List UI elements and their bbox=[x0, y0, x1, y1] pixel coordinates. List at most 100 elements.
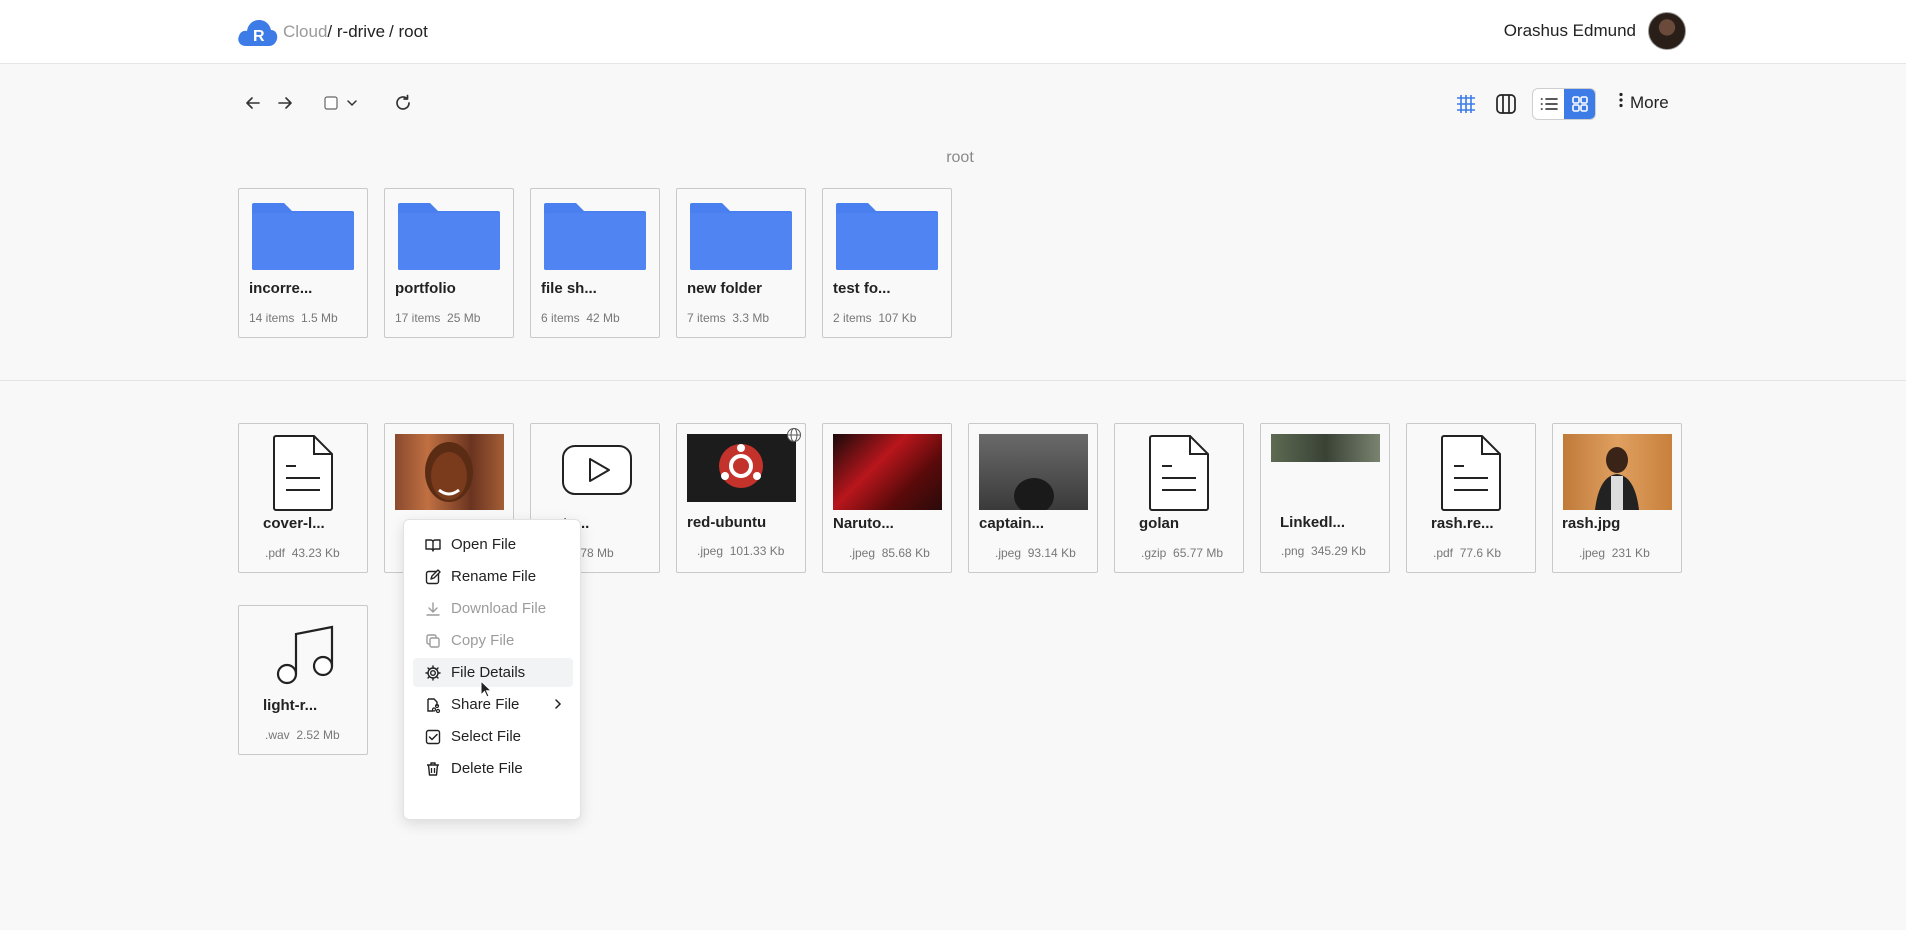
refresh-icon[interactable] bbox=[393, 93, 413, 113]
gear-icon bbox=[425, 664, 441, 681]
menu-item-label: Copy File bbox=[451, 632, 515, 649]
file-card[interactable]: Linkedl... .png 345.29 Kb bbox=[1260, 423, 1390, 573]
file-ext: .jpeg bbox=[1579, 546, 1606, 560]
globe-icon bbox=[786, 427, 802, 448]
share-icon bbox=[425, 697, 441, 713]
menu-item-label: Select File bbox=[451, 728, 522, 745]
music-note-icon bbox=[275, 624, 337, 702]
trash-icon bbox=[425, 761, 441, 777]
document-icon bbox=[1440, 434, 1502, 512]
folder-meta: 7 items 3.3 Mb bbox=[687, 311, 769, 325]
image-thumbnail bbox=[979, 434, 1088, 510]
book-open-icon bbox=[425, 537, 441, 553]
more-button[interactable]: More bbox=[1618, 92, 1669, 113]
file-name: red-ubuntu bbox=[687, 514, 767, 531]
document-icon bbox=[272, 434, 334, 512]
file-ext: .jpeg bbox=[995, 546, 1022, 560]
file-card[interactable]: rash.re... .pdf 77.6 Kb bbox=[1406, 423, 1536, 573]
breadcrumb-root[interactable]: / root bbox=[389, 22, 428, 42]
folder-card[interactable]: portfolio 17 items 25 Mb bbox=[384, 188, 514, 338]
file-name: cover-l... bbox=[263, 515, 325, 532]
breadcrumb-rdrive[interactable]: / r-drive bbox=[327, 22, 385, 42]
section-title: root bbox=[946, 149, 974, 166]
menu-item-share-file[interactable]: Share File bbox=[413, 690, 573, 719]
file-ext: .pdf bbox=[265, 546, 286, 560]
file-size: 101.33 Kb bbox=[729, 544, 785, 558]
file-size: 2.52 Mb bbox=[296, 728, 340, 742]
chevron-right-icon bbox=[553, 697, 563, 714]
cloud-logo-icon[interactable]: R bbox=[236, 16, 279, 48]
breadcrumb-cloud[interactable]: Cloud bbox=[283, 22, 327, 42]
folder-card[interactable]: incorre... 14 items 1.5 Mb bbox=[238, 188, 368, 338]
file-card[interactable]: cover-l... .pdf 43.23 Kb bbox=[238, 423, 368, 573]
menu-item-file-details[interactable]: File Details bbox=[413, 658, 573, 687]
file-meta: .jpeg 85.68 Kb bbox=[849, 546, 930, 560]
user-menu[interactable]: Orashus Edmund bbox=[1504, 12, 1686, 50]
file-meta: .jpeg 231 Kb bbox=[1579, 546, 1650, 560]
menu-item-delete-file[interactable]: Delete File bbox=[413, 754, 573, 783]
file-meta: .png 345.29 Kb bbox=[1281, 544, 1366, 558]
user-name: Orashus Edmund bbox=[1503, 21, 1636, 40]
svg-text:R: R bbox=[253, 28, 265, 45]
menu-item-download-file[interactable]: Download File bbox=[413, 594, 573, 623]
folder-icon bbox=[251, 201, 355, 271]
grid-view-icon[interactable] bbox=[1454, 92, 1478, 116]
menu-item-select-file[interactable]: Select File bbox=[413, 722, 573, 751]
file-card[interactable]: Naruto... .jpeg 85.68 Kb bbox=[822, 423, 952, 573]
view-toggle bbox=[1532, 88, 1596, 120]
folder-items: 7 items bbox=[687, 311, 726, 325]
menu-item-label: Open File bbox=[451, 536, 517, 553]
image-thumbnail bbox=[1271, 434, 1380, 462]
menu-item-rename-file[interactable]: Rename File bbox=[413, 562, 573, 591]
file-card[interactable]: light-r... .wav 2.52 Mb bbox=[238, 605, 368, 755]
folder-size: 1.5 Mb bbox=[301, 311, 338, 325]
folder-card[interactable]: test fo... 2 items 107 Kb bbox=[822, 188, 952, 338]
folder-size: 25 Mb bbox=[447, 311, 481, 325]
folder-card[interactable]: file sh... 6 items 42 Mb bbox=[530, 188, 660, 338]
columns-view-icon[interactable] bbox=[1494, 92, 1518, 116]
image-thumbnail bbox=[1563, 434, 1672, 510]
video-play-icon bbox=[561, 444, 632, 522]
file-ext: .pdf bbox=[1433, 546, 1454, 560]
folder-size: 42 Mb bbox=[586, 311, 620, 325]
folder-icon bbox=[689, 201, 793, 271]
folder-items: 17 items bbox=[395, 311, 441, 325]
folder-items: 6 items bbox=[541, 311, 580, 325]
top-header: R Cloud / r-drive / root Orashus Edmund bbox=[0, 0, 1906, 64]
avatar[interactable] bbox=[1648, 12, 1686, 50]
folder-items: 14 items bbox=[249, 311, 295, 325]
menu-item-label: Delete File bbox=[451, 760, 523, 777]
menu-item-label: File Details bbox=[451, 664, 526, 681]
folder-meta: 17 items 25 Mb bbox=[395, 311, 480, 325]
file-meta: .jpeg 93.14 Kb bbox=[995, 546, 1076, 560]
checkbox-checked-icon bbox=[425, 729, 441, 745]
tiles-view-icon[interactable] bbox=[1564, 89, 1595, 119]
context-menu: Open File Rename File Download File Copy… bbox=[403, 519, 581, 820]
file-ext: .wav bbox=[265, 728, 290, 742]
kebab-icon bbox=[1618, 92, 1624, 113]
file-size: 65.77 Mb bbox=[1173, 546, 1224, 560]
file-card[interactable]: rash.jpg .jpeg 231 Kb bbox=[1552, 423, 1682, 573]
menu-item-label: Rename File bbox=[451, 568, 537, 585]
arrow-left-icon[interactable] bbox=[244, 94, 262, 112]
list-view-icon[interactable] bbox=[1533, 89, 1564, 119]
checkbox-icon[interactable] bbox=[323, 94, 339, 112]
file-meta: .wav 2.52 Mb bbox=[265, 728, 340, 742]
folder-card[interactable]: new folder 7 items 3.3 Mb bbox=[676, 188, 806, 338]
file-card[interactable]: red-ubuntu .jpeg 101.33 Kb bbox=[676, 423, 806, 573]
file-size: 231 Kb bbox=[1611, 546, 1650, 560]
menu-item-label: Download File bbox=[451, 600, 547, 617]
chevron-down-icon[interactable] bbox=[345, 95, 359, 111]
file-name: captain... bbox=[979, 515, 1045, 532]
file-meta: .pdf 77.6 Kb bbox=[1433, 546, 1501, 560]
file-size: 85.68 Kb bbox=[881, 546, 930, 560]
file-card[interactable]: golan .gzip 65.77 Mb bbox=[1114, 423, 1244, 573]
file-meta: .jpeg 101.33 Kb bbox=[697, 544, 784, 558]
menu-item-copy-file[interactable]: Copy File bbox=[413, 626, 573, 655]
file-size: 93.14 Kb bbox=[1027, 546, 1076, 560]
folder-icon bbox=[835, 201, 939, 271]
file-card[interactable]: captain... .jpeg 93.14 Kb bbox=[968, 423, 1098, 573]
folder-size: 107 Kb bbox=[878, 311, 917, 325]
arrow-right-icon[interactable] bbox=[276, 94, 294, 112]
menu-item-open-file[interactable]: Open File bbox=[413, 530, 573, 559]
